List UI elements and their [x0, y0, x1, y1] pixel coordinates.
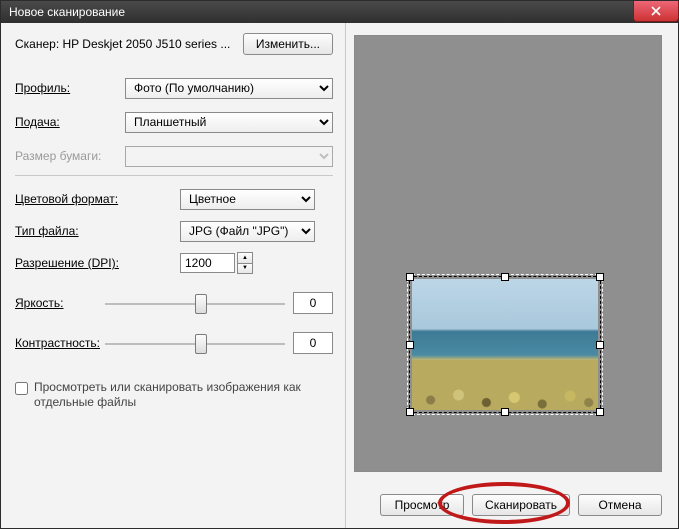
- separate-files-label: Просмотреть или сканировать изображения …: [34, 380, 333, 410]
- separate-files-checkbox[interactable]: [15, 382, 28, 395]
- crop-selection[interactable]: [409, 276, 601, 413]
- contrast-value: 0: [293, 332, 333, 354]
- handle-w[interactable]: [406, 341, 414, 349]
- dpi-down[interactable]: ▼: [238, 264, 252, 274]
- paper-size-select: [125, 146, 333, 167]
- dialog-footer: Просмотр Сканировать Отмена: [380, 494, 662, 516]
- source-label: Подача:: [15, 115, 125, 129]
- handle-nw[interactable]: [406, 273, 414, 281]
- dpi-label: Разрешение (DPI):: [15, 256, 125, 270]
- change-scanner-button[interactable]: Изменить...: [243, 33, 333, 55]
- color-format-label: Цветовой формат:: [15, 192, 125, 206]
- handle-n[interactable]: [501, 273, 509, 281]
- file-type-label: Тип файла:: [15, 224, 125, 238]
- handle-se[interactable]: [596, 408, 604, 416]
- dpi-up[interactable]: ▲: [238, 253, 252, 264]
- settings-panel: Сканер: HP Deskjet 2050 J510 series ... …: [1, 23, 346, 528]
- source-select[interactable]: Планшетный: [125, 112, 333, 133]
- scan-button[interactable]: Сканировать: [472, 494, 570, 516]
- separator: [15, 175, 333, 176]
- preview-area[interactable]: [354, 35, 662, 472]
- paper-size-label: Размер бумаги:: [15, 149, 125, 163]
- handle-e[interactable]: [596, 341, 604, 349]
- scanner-label: Сканер: HP Deskjet 2050 J510 series ...: [15, 37, 243, 51]
- profile-label: Профиль:: [15, 81, 125, 95]
- preview-image: [412, 279, 598, 410]
- handle-s[interactable]: [501, 408, 509, 416]
- close-button[interactable]: [633, 1, 679, 22]
- profile-select[interactable]: Фото (По умолчанию): [125, 78, 333, 99]
- close-icon: [651, 6, 661, 16]
- contrast-slider[interactable]: [105, 332, 285, 354]
- window-title: Новое сканирование: [9, 1, 633, 23]
- contrast-thumb[interactable]: [195, 334, 207, 354]
- cancel-button[interactable]: Отмена: [578, 494, 662, 516]
- brightness-thumb[interactable]: [195, 294, 207, 314]
- preview-panel: Просмотр Сканировать Отмена: [346, 23, 678, 528]
- dpi-spinner[interactable]: ▲ ▼: [237, 252, 253, 274]
- titlebar: Новое сканирование: [1, 1, 678, 23]
- file-type-select[interactable]: JPG (Файл "JPG"): [180, 221, 315, 242]
- brightness-value: 0: [293, 292, 333, 314]
- color-format-select[interactable]: Цветное: [180, 189, 315, 210]
- brightness-label: Яркость:: [15, 296, 105, 310]
- scan-dialog: Новое сканирование Сканер: HP Deskjet 20…: [0, 0, 679, 529]
- brightness-slider[interactable]: [105, 292, 285, 314]
- preview-button[interactable]: Просмотр: [380, 494, 464, 516]
- handle-ne[interactable]: [596, 273, 604, 281]
- handle-sw[interactable]: [406, 408, 414, 416]
- dpi-input[interactable]: [180, 253, 235, 273]
- contrast-label: Контрастность:: [15, 336, 105, 350]
